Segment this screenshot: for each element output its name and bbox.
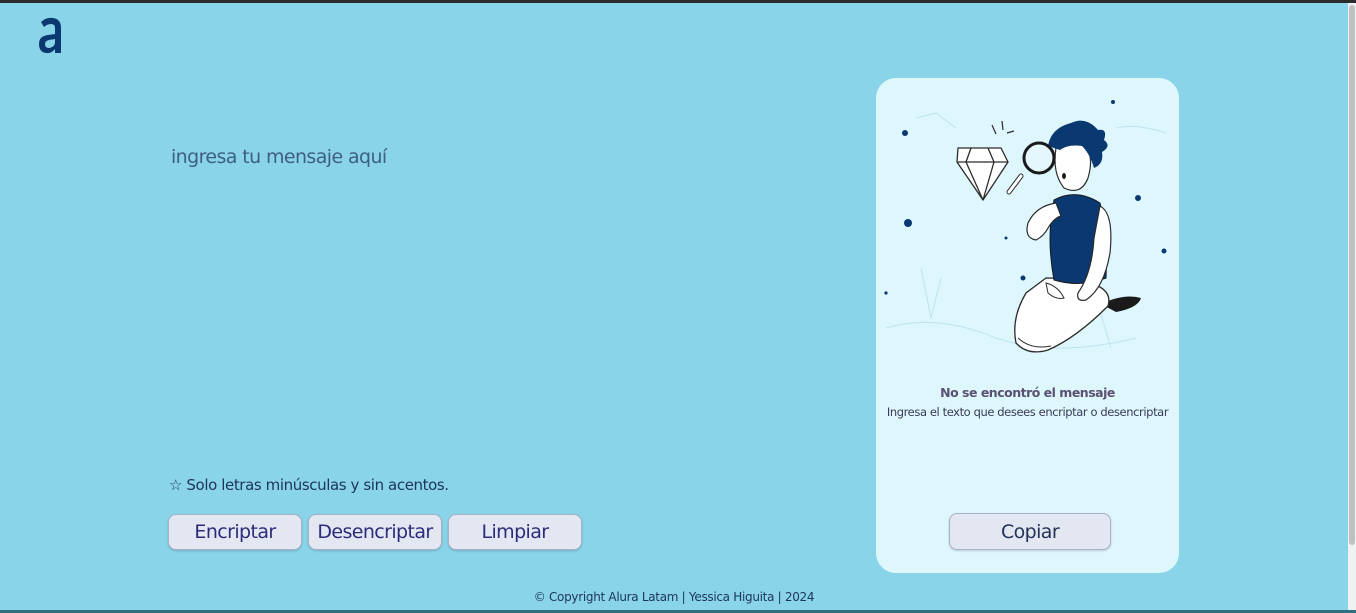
decrypt-button[interactable]: Desencriptar [308,514,442,550]
footer-copyright: © Copyright Alura Latam | Yessica Higuit… [533,590,815,604]
copy-button[interactable]: Copiar [949,513,1111,550]
output-panel: No se encontró el mensaje Ingresa el tex… [876,78,1179,573]
output-subtitle: Ingresa el texto que desees encriptar o … [886,405,1169,419]
encrypt-button[interactable]: Encriptar [168,514,302,550]
magnifier-icon [1006,141,1056,195]
scrollbar-thumb[interactable] [1349,5,1355,545]
clear-button[interactable]: Limpiar [448,514,582,550]
alura-logo-icon[interactable] [36,16,66,56]
person-with-magnifier-illustration [884,100,1167,353]
vertical-scrollbar[interactable] [1348,3,1356,610]
output-title: No se encontró el mensaje [940,385,1115,400]
message-input[interactable] [168,140,814,452]
diamond-icon [956,147,1009,201]
input-hint: ☆ Solo letras minúsculas y sin acentos. [169,476,449,494]
browser-top-edge [0,0,1356,3]
